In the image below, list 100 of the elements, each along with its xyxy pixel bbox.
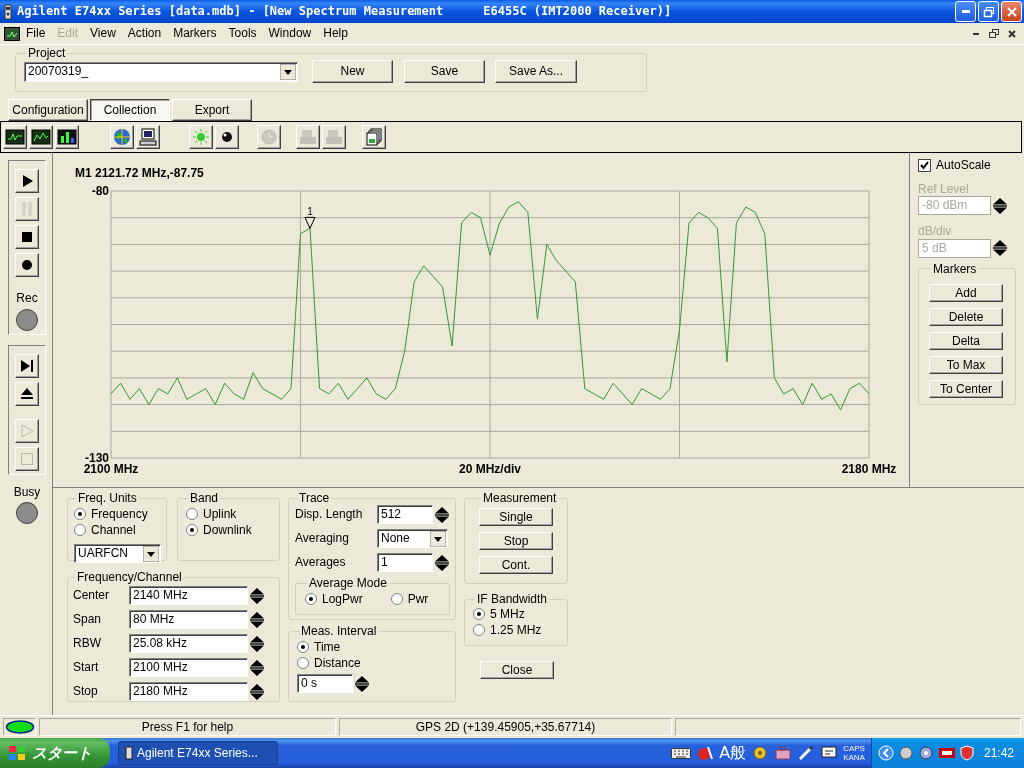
project-button[interactable]: Save [404, 60, 485, 83]
measurement-button[interactable]: Stop [479, 532, 553, 550]
waveform-icon [5, 127, 25, 147]
group-label: Markers [932, 261, 978, 276]
project-button[interactable]: Save As... [495, 60, 577, 83]
stop-button[interactable] [15, 225, 39, 249]
status-text: Press F1 for help [39, 718, 336, 736]
globe-button[interactable] [110, 125, 134, 149]
group-label: Frequency/Channel [76, 570, 183, 584]
menu-item[interactable]: Action [121, 24, 168, 43]
clock-icon [259, 127, 279, 147]
eject-button[interactable] [15, 382, 39, 406]
group-label: Project [27, 46, 67, 60]
computer-button[interactable] [136, 125, 160, 149]
frequency-field[interactable]: 25.08 kHz [129, 634, 248, 653]
checkbox-label: AutoScale [936, 157, 991, 173]
spin-button[interactable] [433, 553, 451, 572]
keyboard-icon [671, 746, 692, 760]
taskbar-button[interactable]: Agilent E74xx Series... [118, 741, 278, 765]
frequency-field[interactable]: 2140 MHz [129, 586, 248, 605]
project-button[interactable]: New [312, 60, 393, 83]
play-button[interactable] [15, 169, 39, 193]
averages-field[interactable]: 1 [377, 553, 433, 572]
spin-button[interactable] [248, 634, 266, 653]
light-button[interactable] [189, 125, 213, 149]
instrument-icon [3, 3, 13, 20]
radio-button[interactable] [473, 624, 485, 636]
channel-type-dropdown[interactable]: UARFCN [74, 544, 161, 563]
option-label: 1.25 MHz [490, 622, 542, 638]
menu-item[interactable]: Help [317, 24, 354, 43]
frequency-field[interactable]: 80 MHz [129, 610, 248, 629]
marker-button[interactable]: Add [929, 283, 1003, 302]
spin-button[interactable] [433, 505, 451, 524]
busy-label: Busy [12, 485, 42, 500]
measurement-button[interactable]: Cont. [479, 556, 553, 574]
spin-button[interactable] [991, 239, 1009, 258]
display-length-field[interactable]: 512 [377, 505, 433, 524]
shield-icon[interactable] [959, 745, 974, 761]
averaging-dropdown[interactable]: None [377, 529, 448, 548]
minimize-button[interactable] [955, 1, 976, 22]
record-icon [19, 257, 35, 273]
menu-item[interactable]: View [84, 24, 122, 43]
radio-button[interactable] [186, 524, 198, 536]
radio-button[interactable] [473, 608, 485, 620]
spin-button[interactable] [991, 196, 1009, 215]
radio-button[interactable] [74, 508, 86, 520]
radio-button[interactable] [297, 641, 309, 653]
record-button[interactable] [15, 253, 39, 277]
spin-button[interactable] [248, 610, 266, 629]
dot-button[interactable] [215, 125, 239, 149]
caret-icon[interactable] [143, 545, 159, 562]
instrument-name: E6455C (IMT2000 Receiver)] [483, 4, 672, 19]
radio-button[interactable] [305, 593, 317, 605]
menu-item[interactable]: Window [262, 24, 318, 43]
spin-button[interactable] [248, 658, 266, 677]
radio-button[interactable] [390, 593, 403, 605]
checkbox[interactable] [918, 158, 931, 172]
interval-field[interactable]: 0 s [297, 674, 353, 693]
field-label: Span [73, 612, 103, 627]
radio-button[interactable] [74, 524, 86, 536]
menu-item[interactable]: Markers [167, 24, 223, 43]
pause-icon [19, 201, 35, 217]
light-icon [191, 127, 211, 147]
frequency-field[interactable]: 2180 MHz [129, 682, 248, 701]
step-button[interactable] [15, 354, 39, 378]
menu-item[interactable]: Tools [222, 24, 263, 43]
bar-chart-button[interactable] [55, 125, 79, 149]
spin-button[interactable] [353, 674, 371, 693]
menu-item[interactable]: File [20, 24, 52, 43]
field-label: Ref Level [918, 182, 970, 197]
spin-button[interactable] [248, 586, 266, 605]
pages-button[interactable] [362, 125, 386, 149]
marker-button[interactable]: Delete [929, 307, 1003, 326]
caret-icon[interactable] [430, 530, 446, 547]
tab[interactable]: Collection [90, 99, 170, 121]
document-icon [4, 26, 20, 41]
close-button[interactable] [1001, 1, 1022, 22]
marker-button[interactable]: Delta [929, 331, 1003, 350]
tab[interactable]: Configuration [8, 99, 88, 121]
caret-icon[interactable] [280, 63, 296, 80]
marker-button[interactable]: To Max [929, 355, 1003, 374]
measurement-button[interactable]: Single [479, 508, 553, 526]
marker-button[interactable]: To Center [929, 379, 1003, 398]
restore-button[interactable] [978, 1, 999, 22]
close-button[interactable]: Close [480, 661, 554, 679]
tab[interactable]: Export [172, 99, 252, 121]
frequency-field[interactable]: 2100 MHz [129, 658, 248, 677]
minimize-icon [973, 32, 979, 35]
waveform-button[interactable] [3, 125, 27, 149]
chevron-icon[interactable] [877, 745, 894, 761]
project-dropdown[interactable]: 20070319_ [24, 61, 298, 82]
spin-button[interactable] [248, 682, 266, 701]
option-label: Distance [314, 655, 361, 671]
disc-icon[interactable] [917, 745, 934, 761]
group-label: Measurement [482, 491, 558, 505]
radio-button[interactable] [186, 508, 198, 520]
close-icon [1005, 5, 1018, 18]
radio-button[interactable] [297, 657, 309, 669]
spectrum-button[interactable] [29, 125, 53, 149]
group-label: Average Mode [308, 576, 388, 590]
